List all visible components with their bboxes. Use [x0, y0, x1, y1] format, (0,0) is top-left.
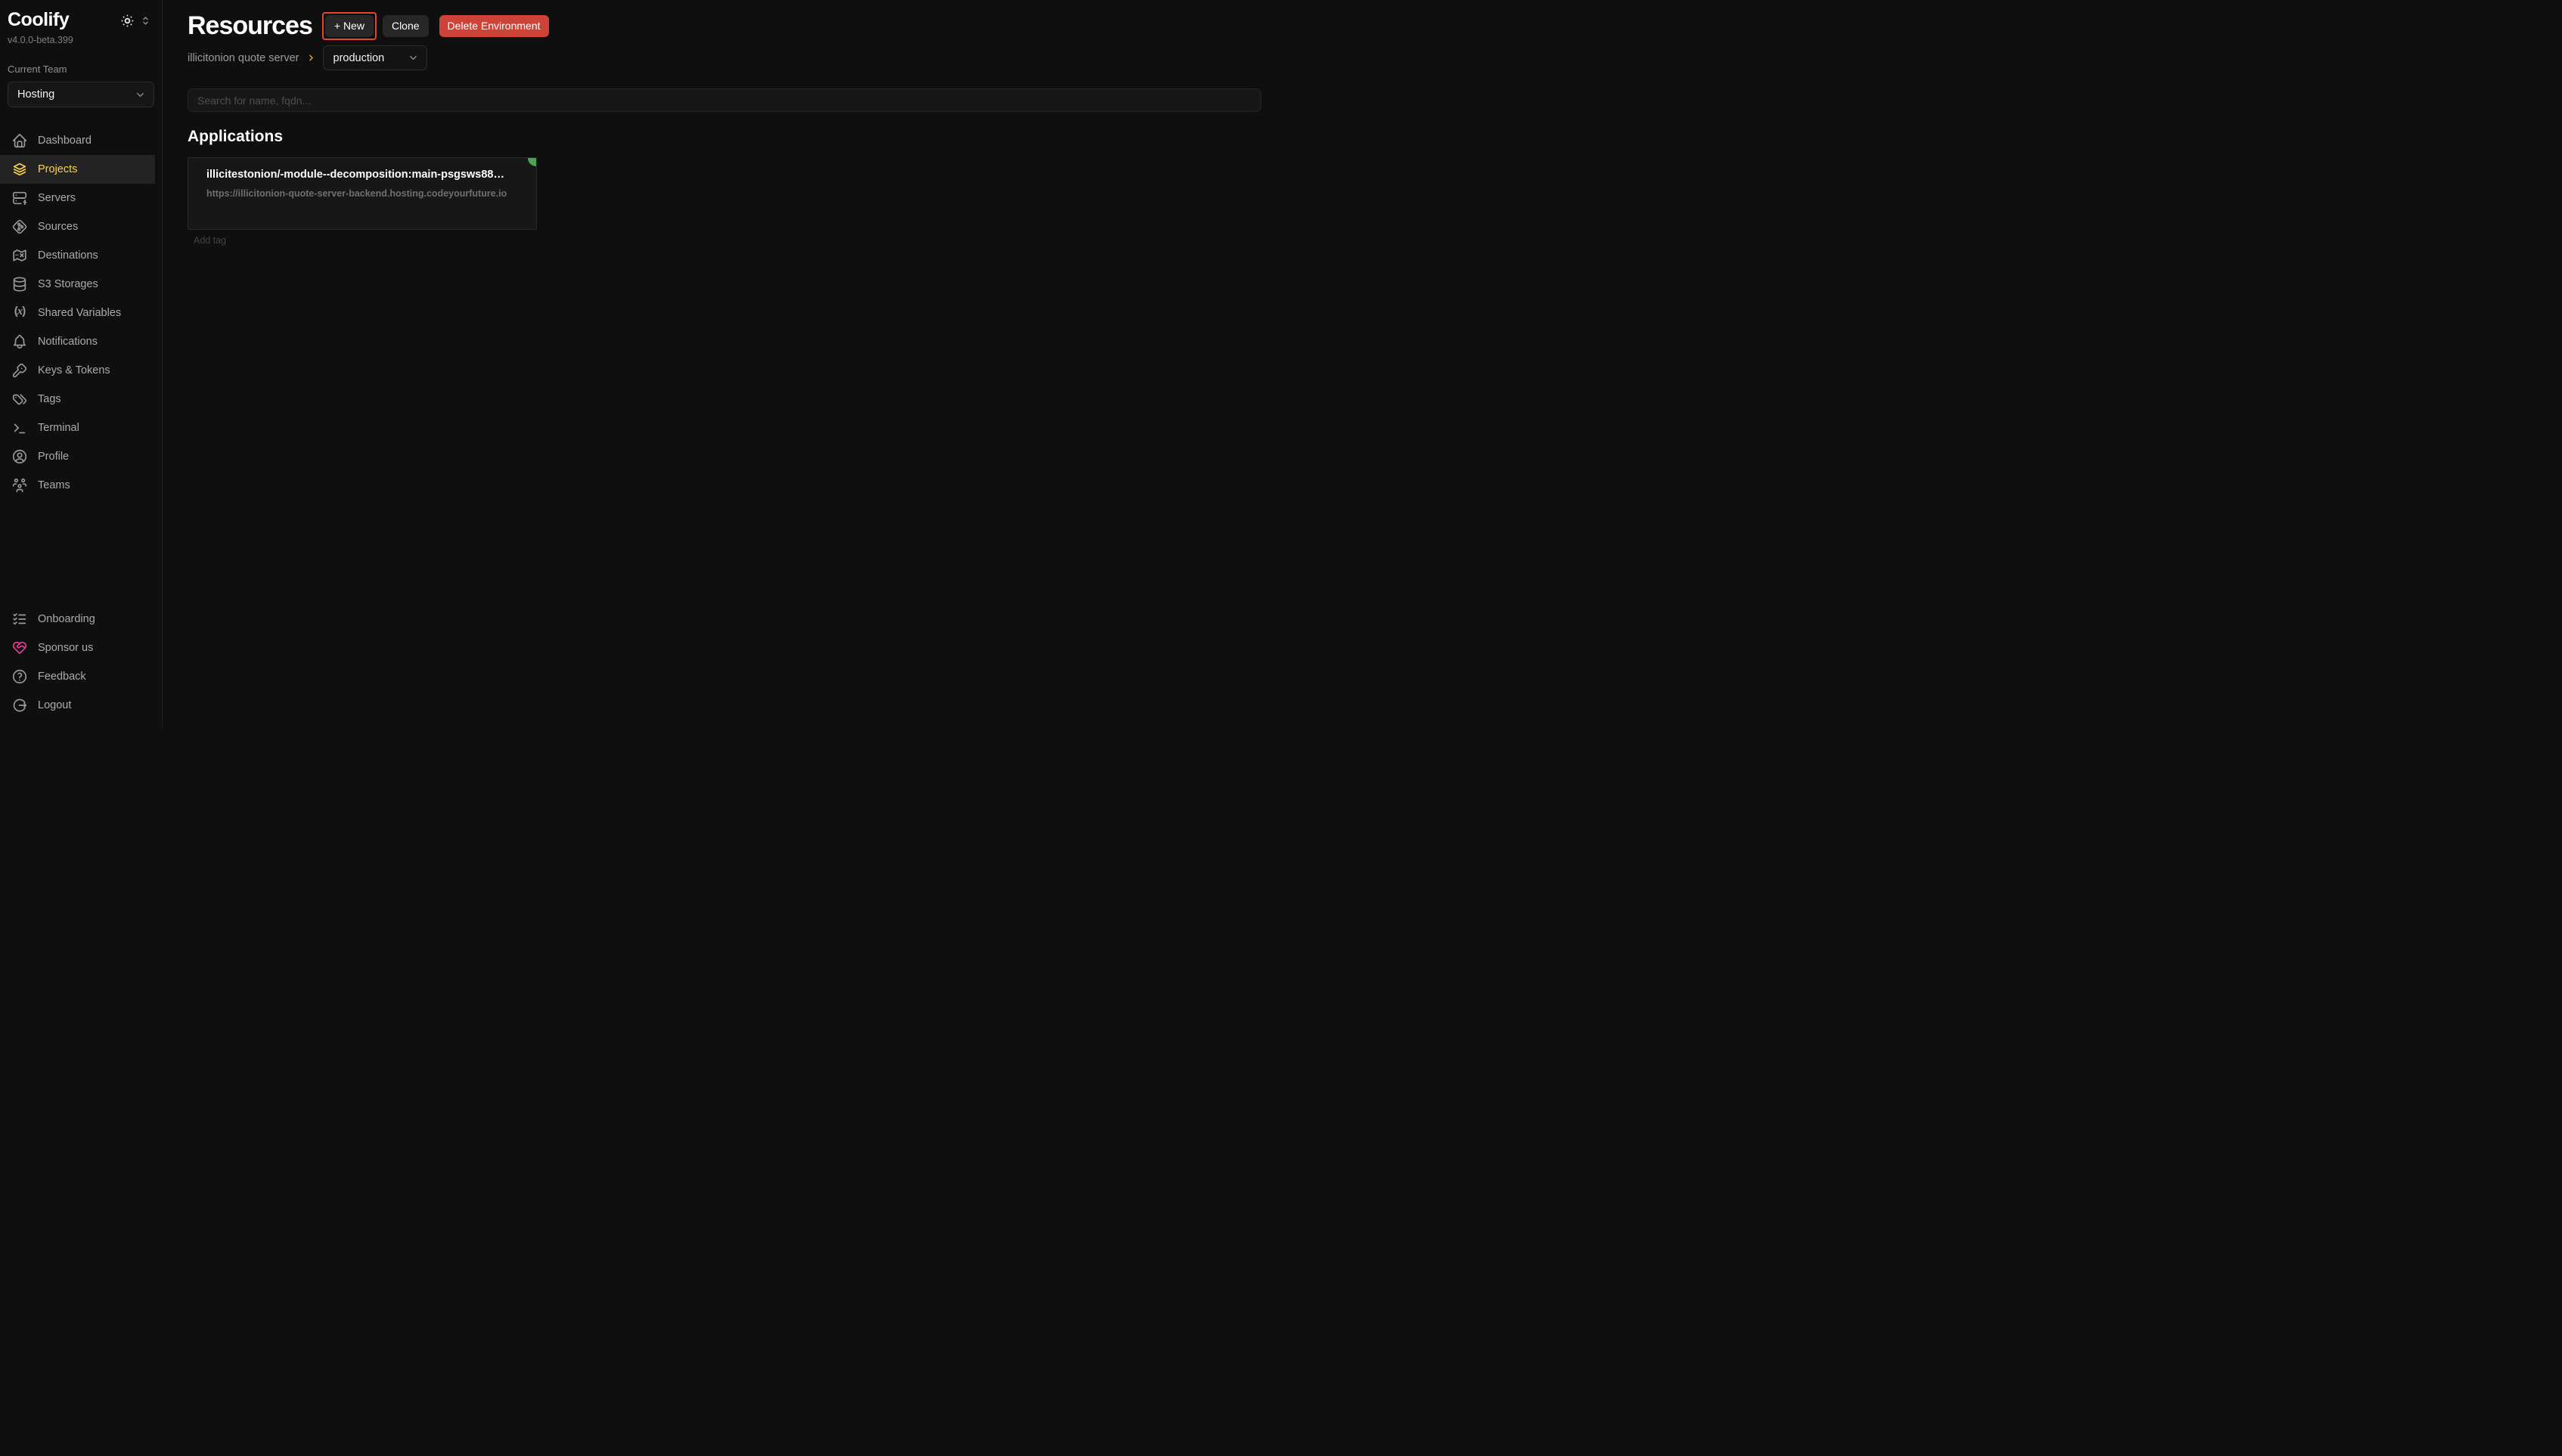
terminal-icon: [11, 420, 28, 436]
selector-icon[interactable]: [140, 15, 151, 26]
sidebar-item-shared-variables[interactable]: (x) Shared Variables: [0, 299, 155, 327]
applications-grid: illicitestonion/-module--decomposition:m…: [188, 157, 1261, 230]
logout-icon: [11, 697, 28, 714]
main-content: Resources + New Clone Delete Environment…: [163, 0, 1281, 728]
current-team-label: Current Team: [8, 64, 154, 75]
map-icon: [11, 247, 28, 264]
sidebar-footer-menu: Onboarding Sponsor us Feedback: [0, 605, 162, 728]
environment-select-value: production: [333, 52, 385, 64]
chevron-right-icon: [306, 53, 316, 63]
applications-section-title: Applications: [188, 127, 1261, 147]
theme-sun-icon[interactable]: [120, 14, 135, 28]
sidebar-item-label: Notifications: [38, 336, 98, 348]
app-logo: Coolify: [8, 9, 69, 31]
sidebar-item-label: Dashboard: [38, 135, 92, 147]
breadcrumb-project[interactable]: illicitonion quote server: [188, 52, 299, 64]
sidebar-item-label: Feedback: [38, 671, 86, 683]
sidebar-item-destinations[interactable]: Destinations: [0, 241, 155, 270]
sidebar-item-logout[interactable]: Logout: [0, 691, 155, 720]
sidebar-item-profile[interactable]: Profile: [0, 442, 155, 471]
sidebar-item-tags[interactable]: Tags: [0, 385, 155, 414]
key-icon: [11, 362, 28, 379]
sidebar: Coolify v4.0.0-beta.399 Current Team Hos…: [0, 0, 163, 728]
checklist-icon: [11, 611, 28, 627]
database-icon: [11, 276, 28, 293]
page-title: Resources: [188, 11, 312, 41]
annotation-highlight: + New: [322, 12, 377, 40]
sidebar-menu: Dashboard Projects Servers: [0, 126, 162, 500]
sidebar-item-label: Onboarding: [38, 613, 95, 625]
home-icon: [11, 132, 28, 149]
sidebar-item-onboarding[interactable]: Onboarding: [0, 605, 155, 634]
environment-select[interactable]: production: [323, 45, 427, 70]
server-bolt-icon: [11, 190, 28, 206]
application-url: https://illicitonion-quote-server-backen…: [206, 188, 516, 199]
team-select[interactable]: Hosting: [8, 82, 154, 107]
team-select-value: Hosting: [17, 88, 54, 101]
sidebar-item-label: Sponsor us: [38, 642, 93, 654]
sidebar-item-label: Tags: [38, 393, 61, 405]
application-name: illicitestonion/-module--decomposition:m…: [206, 169, 516, 181]
sidebar-item-label: Shared Variables: [38, 307, 121, 319]
sidebar-item-label: Profile: [38, 451, 69, 463]
sidebar-item-label: S3 Storages: [38, 278, 98, 290]
page-header: Resources + New Clone Delete Environment: [188, 11, 1261, 41]
bell-icon: [11, 333, 28, 350]
sidebar-item-feedback[interactable]: Feedback: [0, 662, 155, 691]
sidebar-item-sources[interactable]: Sources: [0, 212, 155, 241]
sidebar-item-label: Servers: [38, 192, 76, 204]
users-group-icon: [11, 477, 28, 494]
sidebar-item-label: Projects: [38, 163, 77, 175]
app-version: v4.0.0-beta.399: [8, 35, 154, 45]
chevron-down-icon: [408, 52, 419, 64]
sidebar-item-label: Keys & Tokens: [38, 364, 110, 376]
add-tag-input[interactable]: Add tag: [194, 235, 226, 246]
layers-icon: [11, 161, 28, 178]
sidebar-item-label: Teams: [38, 479, 70, 491]
user-circle-icon: [11, 448, 28, 465]
sidebar-item-label: Destinations: [38, 249, 98, 262]
sidebar-item-s3-storages[interactable]: S3 Storages: [0, 270, 155, 299]
breadcrumb: illicitonion quote server production: [188, 45, 1261, 70]
application-card[interactable]: illicitestonion/-module--decomposition:m…: [188, 157, 537, 230]
variables-icon: (x): [11, 305, 28, 321]
sidebar-item-label: Logout: [38, 699, 71, 711]
sidebar-item-notifications[interactable]: Notifications: [0, 327, 155, 356]
sidebar-item-sponsor-us[interactable]: Sponsor us: [0, 634, 155, 662]
delete-environment-button[interactable]: Delete Environment: [439, 15, 549, 37]
chevron-down-icon: [135, 89, 146, 101]
tags-icon: [11, 391, 28, 407]
sidebar-item-teams[interactable]: Teams: [0, 471, 155, 500]
sidebar-item-label: Sources: [38, 221, 78, 233]
sidebar-item-dashboard[interactable]: Dashboard: [0, 126, 155, 155]
new-button[interactable]: + New: [325, 15, 374, 37]
status-indicator: [528, 158, 536, 166]
sidebar-item-servers[interactable]: Servers: [0, 184, 155, 212]
help-circle-icon: [11, 668, 28, 685]
clone-button[interactable]: Clone: [383, 15, 429, 37]
sidebar-item-label: Terminal: [38, 422, 79, 434]
sidebar-item-terminal[interactable]: Terminal: [0, 414, 155, 442]
git-source-icon: [11, 218, 28, 235]
heart-handshake-icon: [11, 640, 28, 656]
sidebar-item-keys-tokens[interactable]: Keys & Tokens: [0, 356, 155, 385]
sidebar-item-projects[interactable]: Projects: [0, 155, 155, 184]
search-input[interactable]: [188, 88, 1261, 112]
